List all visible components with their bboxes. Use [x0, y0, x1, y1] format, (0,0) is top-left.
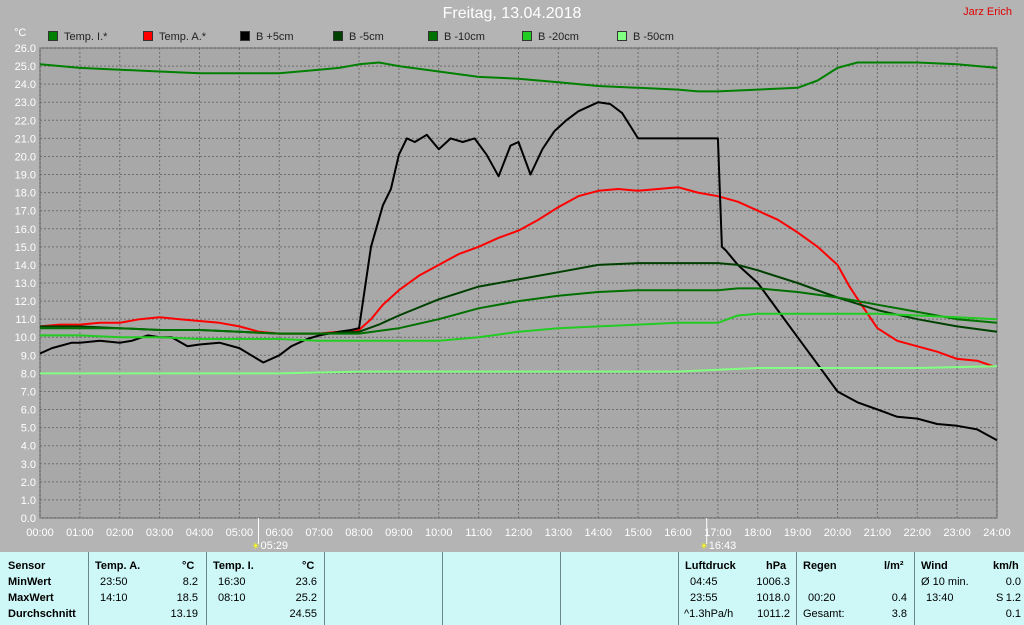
- wind-unit: km/h: [993, 560, 1019, 572]
- x-tick-label: 13:00: [545, 527, 573, 539]
- y-tick-label: 16.0: [15, 224, 36, 236]
- wind-max-time: 13:40: [926, 592, 954, 604]
- row-max-label: MaxWert: [8, 592, 54, 604]
- pressure-max-time: 23:55: [690, 592, 718, 604]
- x-tick-label: 19:00: [784, 527, 812, 539]
- x-tick-label: 05:00: [226, 527, 254, 539]
- x-tick-label: 08:00: [345, 527, 373, 539]
- x-tick-label: 09:00: [385, 527, 413, 539]
- y-tick-label: 13.0: [15, 278, 36, 290]
- rain-time: 00:20: [808, 592, 836, 604]
- temp-a-max: 18.5: [176, 592, 198, 604]
- y-tick-label: 5.0: [21, 423, 36, 435]
- y-tick-label: 22.0: [15, 115, 36, 127]
- pressure-trend-label: ^1.3hPa/h: [684, 608, 734, 620]
- y-tick-label: 18.0: [15, 188, 36, 200]
- wind-header: Wind: [921, 560, 948, 572]
- x-tick-label: 15:00: [624, 527, 652, 539]
- y-tick-label: 12.0: [15, 296, 36, 308]
- y-tick-label: 23.0: [15, 97, 36, 109]
- temperature-chart: 0.0 1.0 2.0 3.0 4.0 5.0 6.0 7.0 8.0 9.0 10.0 11.0 12…: [14, 27, 1011, 552]
- y-tick-label: 26.0: [15, 43, 36, 55]
- x-tick-label: 23:00: [943, 527, 971, 539]
- rain-header: Regen: [803, 560, 837, 572]
- sensor-header: Sensor: [8, 560, 46, 572]
- pressure-min: 1006.3: [756, 576, 790, 588]
- y-tick-label: 11.0: [15, 314, 36, 326]
- rain-total: 3.8: [891, 608, 907, 620]
- wind-max: 1.2: [1005, 592, 1021, 604]
- y-tick-label: 0.0: [21, 513, 36, 525]
- temp-a-min: 8.2: [182, 576, 198, 588]
- x-tick-label: 11:00: [465, 527, 492, 539]
- y-axis-label: °C: [14, 27, 26, 39]
- x-tick-label: 18:00: [744, 527, 772, 539]
- y-tick-label: 17.0: [15, 206, 36, 218]
- y-tick-label: 24.0: [15, 79, 36, 91]
- pressure-unit: hPa: [766, 560, 787, 572]
- x-tick-label: 04:00: [186, 527, 214, 539]
- x-tick-label: 07:00: [305, 527, 333, 539]
- pressure-trend: 1011.2: [757, 608, 790, 620]
- row-avg-label: Durchschnitt: [8, 608, 76, 620]
- x-tick-label: 01:00: [66, 527, 94, 539]
- wind-max-dir: S: [996, 592, 1004, 604]
- sunrise-label: 05:29: [261, 540, 289, 552]
- x-tick-label: 12:00: [505, 527, 533, 539]
- y-tick-label: 15.0: [15, 242, 36, 254]
- y-tick-label: 10.0: [15, 332, 36, 344]
- row-min-label: MinWert: [8, 576, 52, 588]
- x-tick-label: 02:00: [106, 527, 134, 539]
- temp-a-avg: 13.19: [170, 608, 198, 620]
- y-tick-label: 20.0: [15, 151, 36, 163]
- y-tick-label: 8.0: [21, 368, 36, 380]
- temp-i-min-time: 16:30: [218, 576, 246, 588]
- temp-i-avg: 24.55: [289, 608, 317, 620]
- x-tick-label: 22:00: [903, 527, 931, 539]
- y-tick-label: 25.0: [15, 61, 36, 73]
- y-tick-label: 6.0: [21, 405, 36, 417]
- x-tick-label: 20:00: [824, 527, 852, 539]
- y-tick-label: 14.0: [15, 260, 36, 272]
- y-tick-label: 4.0: [21, 441, 36, 453]
- rain-value: 0.4: [891, 592, 907, 604]
- y-tick-label: 7.0: [21, 386, 36, 398]
- temp-a-max-time: 14:10: [100, 592, 128, 604]
- x-tick-label: 03:00: [146, 527, 174, 539]
- sunrise-icon: ☀: [252, 542, 260, 552]
- temp-i-min: 23.6: [295, 576, 317, 588]
- x-tick-label: 00:00: [26, 527, 54, 539]
- temp-a-unit: °C: [182, 560, 195, 572]
- y-tick-label: 2.0: [21, 477, 36, 489]
- x-tick-label: 16:00: [664, 527, 692, 539]
- sunset-label: 16:43: [709, 540, 737, 552]
- y-tick-label: 19.0: [15, 170, 36, 182]
- rain-total-label: Gesamt:: [803, 608, 845, 620]
- x-tick-label: 21:00: [864, 527, 892, 539]
- temp-i-max-time: 08:10: [218, 592, 246, 604]
- pressure-min-time: 04:45: [690, 576, 718, 588]
- x-tick-label: 17:00: [704, 527, 732, 539]
- y-tick-label: 9.0: [21, 350, 36, 362]
- temp-i-max: 25.2: [295, 592, 317, 604]
- temp-a-min-time: 23:50: [100, 576, 128, 588]
- x-tick-label: 06:00: [265, 527, 293, 539]
- sunset-icon: ☀: [700, 542, 708, 552]
- summary-table: Sensor MinWert MaxWert Durchschnitt Temp…: [0, 552, 1024, 625]
- temp-i-unit: °C: [302, 560, 315, 572]
- wind-avg-label: Ø 10 min.: [921, 576, 969, 588]
- x-tick-label: 10:00: [425, 527, 453, 539]
- pressure-header: Luftdruck: [685, 560, 736, 572]
- x-tick-label: 14:00: [584, 527, 612, 539]
- pressure-max: 1018.0: [756, 592, 790, 604]
- y-tick-label: 21.0: [15, 133, 36, 145]
- rain-unit: l/m²: [884, 560, 904, 572]
- y-tick-label: 1.0: [21, 495, 36, 507]
- x-tick-label: 24:00: [983, 527, 1011, 539]
- temp-i-header: Temp. I.: [213, 560, 254, 572]
- wind-extra: 0.1: [1005, 608, 1021, 620]
- wind-avg: 0.0: [1005, 576, 1021, 588]
- temp-a-header: Temp. A.: [95, 560, 141, 572]
- y-tick-label: 3.0: [21, 459, 36, 471]
